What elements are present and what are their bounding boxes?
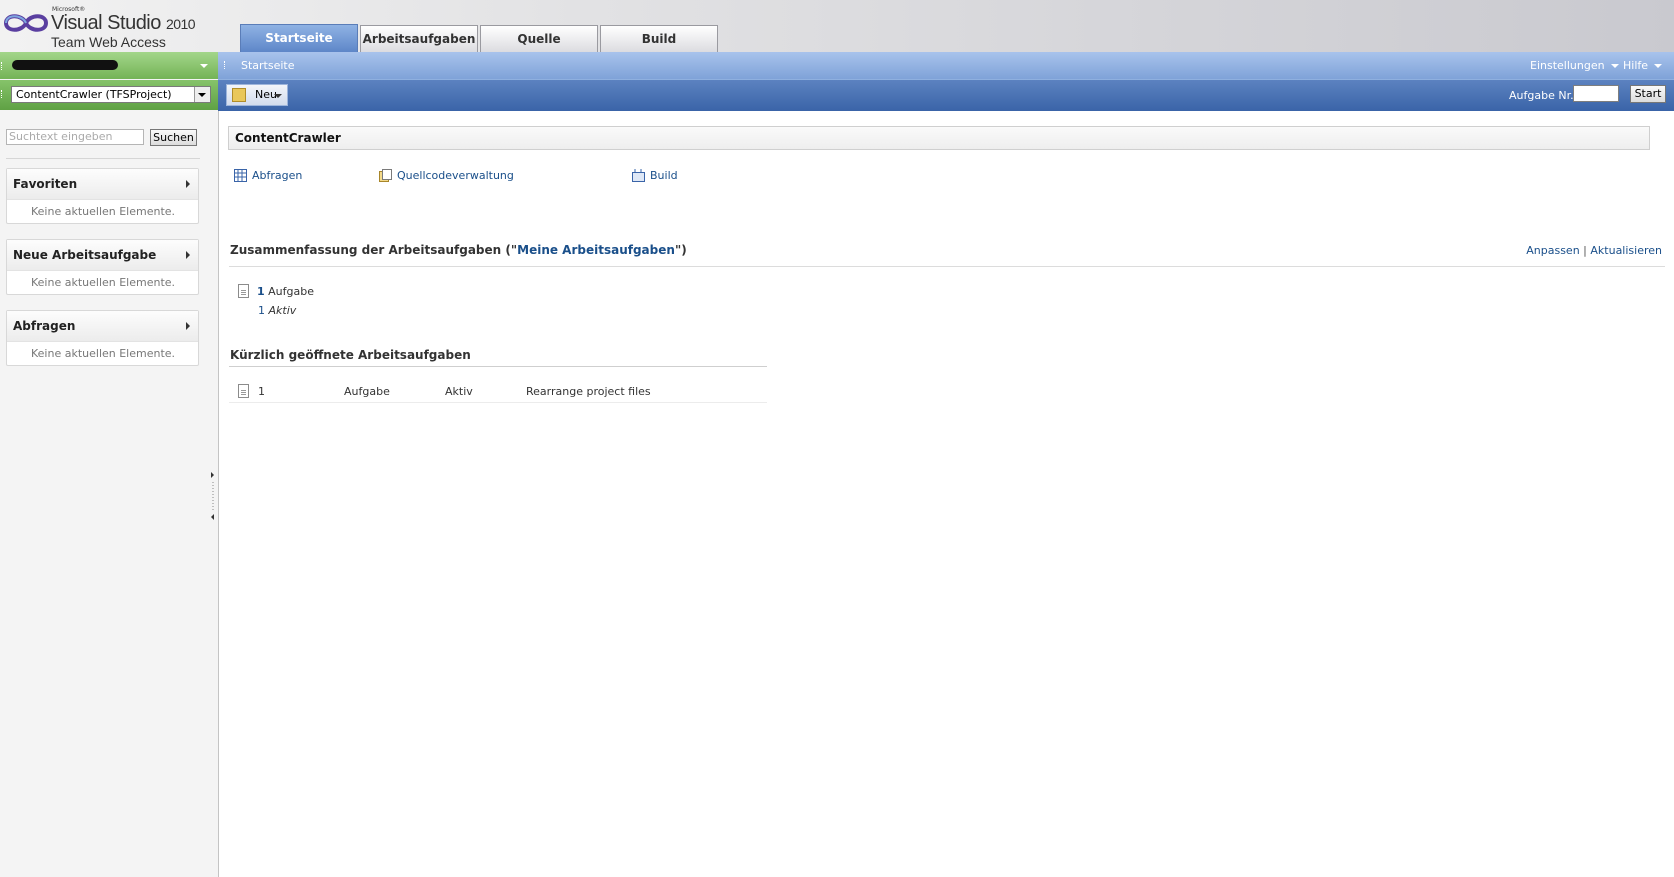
grip-icon [1,90,5,98]
project-title: ContentCrawler [228,126,1650,150]
favorites-header[interactable]: Favoriten [7,169,198,200]
summary-state: Aktiv [268,304,297,317]
link-build[interactable]: Build [632,168,678,184]
queries-header[interactable]: Abfragen [7,311,198,342]
build-icon [632,169,645,182]
visual-studio-infinity-icon [3,14,49,32]
summary-actions: Anpassen | Aktualisieren [1526,244,1662,257]
breadcrumb[interactable]: Startseite [241,59,295,72]
chevron-right-icon[interactable] [186,322,190,330]
divider [6,158,200,159]
chevron-down-icon [274,94,282,98]
product-logo: Microsoft® Visual Studio 2010 Team Web A… [2,4,202,50]
summary-type-row: 1 Aufgabe [257,285,314,298]
separator: | [1583,244,1587,257]
chevron-down-icon [1610,64,1619,68]
summary-subcount-link[interactable]: 1 [258,304,265,317]
splitter-grip-icon [211,472,214,520]
new-button[interactable]: Neu [226,84,288,106]
queries-title: Abfragen [13,319,76,333]
new-workitem-box: Neue Arbeitsaufgabe Keine aktuellen Elem… [6,239,199,295]
panel-splitter[interactable] [210,472,216,520]
link-abfragen[interactable]: Abfragen [234,168,303,184]
divider [229,266,1665,267]
link-quellcodeverwaltung[interactable]: Quellcodeverwaltung [379,168,514,184]
tab-startseite[interactable]: Startseite [240,24,358,53]
logo-product-text: Visual Studio 2010 [51,12,196,34]
workitem-icon [238,384,249,398]
logo-subtitle: Team Web Access [51,34,166,50]
new-workitem-empty-text: Keine aktuellen Elemente. [31,276,176,289]
summary-count-link[interactable]: 1 [257,285,265,298]
chevron-down-icon [1654,64,1663,68]
link-abfragen-label: Abfragen [252,169,303,182]
project-select[interactable]: ContentCrawler (TFSProject) [11,86,211,103]
link-quellcodeverwaltung-label: Quellcodeverwaltung [397,169,514,182]
queries-box: Abfragen Keine aktuellen Elemente. [6,310,199,366]
dropdown-button[interactable] [194,87,210,102]
toolbar: Neu Aufgabe Nr. Start [218,79,1674,111]
chevron-down-icon [198,93,206,97]
grip-icon [1,62,5,70]
workitem-icon [238,284,249,298]
recent-title-cell: Rearrange project files [526,385,651,398]
project-select-value: ContentCrawler (TFSProject) [16,88,172,101]
divider [229,366,767,367]
chevron-down-icon[interactable] [200,64,208,68]
breadcrumb-bar: Startseite Einstellungen Hilfe [218,52,1674,79]
settings-menu[interactable]: Einstellungen [1530,59,1619,72]
recent-state: Aktiv [445,385,473,398]
link-build-label: Build [650,169,678,182]
source-control-icon [379,169,392,182]
start-button[interactable]: Start [1630,85,1666,103]
new-item-icon [232,88,246,102]
tab-quelle[interactable]: Quelle [480,25,598,52]
favorites-box: Favoriten Keine aktuellen Elemente. [6,168,199,224]
task-number-label: Aufgabe Nr. [1509,89,1574,102]
chevron-right-icon[interactable] [186,251,190,259]
new-workitem-header[interactable]: Neue Arbeitsaufgabe [7,240,198,271]
new-workitem-title: Neue Arbeitsaufgabe [13,248,157,262]
tab-build[interactable]: Build [600,25,718,52]
recent-type: Aufgabe [344,385,390,398]
search-input[interactable]: Suchtext eingeben [6,129,144,145]
queries-empty-text: Keine aktuellen Elemente. [31,347,176,360]
favorites-empty-text: Keine aktuellen Elemente. [31,205,176,218]
project-bar: ContentCrawler (TFSProject) [0,80,218,110]
summary-type: Aufgabe [268,285,314,298]
recent-title: Kürzlich geöffnete Arbeitsaufgaben [230,348,471,362]
logo-year: 2010 [165,16,196,32]
grip-icon [224,61,228,69]
summary-state-row: 1 Aktiv [258,304,296,317]
redacted-server-name [12,60,118,70]
my-workitems-query-link[interactable]: Meine Arbeitsaufgaben [517,243,675,257]
help-menu[interactable]: Hilfe [1623,59,1663,72]
query-grid-icon [234,169,247,182]
task-number-input[interactable] [1573,85,1619,102]
search-button[interactable]: Suchen [150,129,197,146]
chevron-right-icon[interactable] [186,180,190,188]
summary-title: Zusammenfassung der Arbeitsaufgaben ("Me… [230,243,687,257]
divider [229,402,767,403]
recent-id[interactable]: 1 [258,385,265,398]
server-selector[interactable] [0,52,218,79]
tab-arbeitsaufgaben[interactable]: Arbeitsaufgaben [360,25,478,52]
favorites-title: Favoriten [13,177,78,191]
refresh-link[interactable]: Aktualisieren [1590,244,1662,257]
customize-link[interactable]: Anpassen [1526,244,1579,257]
